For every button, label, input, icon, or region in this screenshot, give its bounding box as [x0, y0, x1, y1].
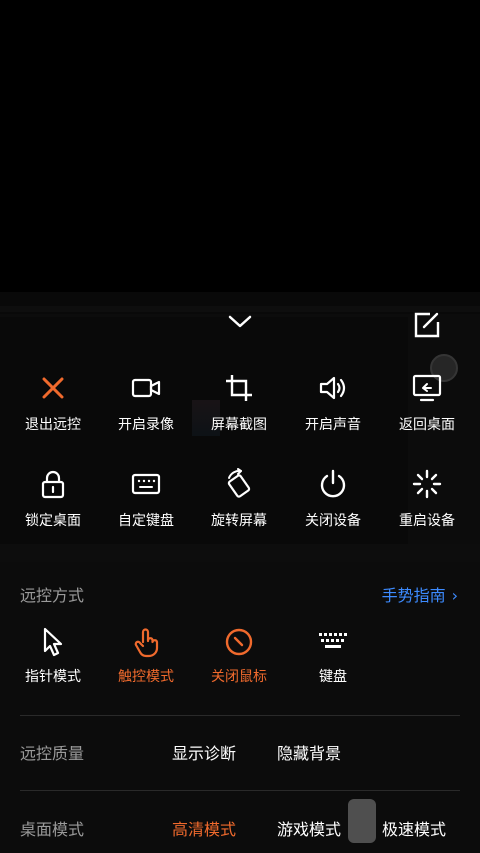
restart-device-label: 重启设备 — [399, 513, 455, 529]
chevron-right-icon: › — [451, 586, 458, 605]
control-overlay: 退出远控 开启录像 屏幕截图 开启声音 返回桌面 锁定桌面 自定键盘 旋转屏幕 … — [0, 292, 480, 562]
lock-desktop-button[interactable]: 锁定桌面 — [6, 468, 100, 548]
pointer-mode-button[interactable]: 指针模式 — [6, 622, 100, 692]
restart-device-button[interactable]: 重启设备 — [380, 468, 474, 548]
gesture-guide-link[interactable]: 手势指南 › — [382, 582, 458, 606]
keyboard-icon — [131, 473, 161, 495]
pointer-mode-label: 指针模式 — [25, 669, 81, 685]
screenshot-button[interactable]: 屏幕截图 — [192, 372, 286, 452]
keyboard-icon — [319, 633, 347, 648]
collapse-panel-button[interactable] — [224, 306, 256, 338]
custom-keyboard-button[interactable]: 自定键盘 — [99, 468, 193, 548]
start-recording-label: 开启录像 — [118, 417, 174, 433]
edit-button[interactable] — [408, 306, 444, 342]
watermark-logo — [348, 799, 376, 843]
lock-desktop-label: 锁定桌面 — [25, 513, 81, 529]
return-desktop-button[interactable]: 返回桌面 — [380, 372, 474, 452]
keyboard-mode-label: 键盘 — [319, 669, 347, 685]
exit-remote-label: 退出远控 — [25, 417, 81, 433]
touch-mode-label: 触控模式 — [118, 669, 174, 685]
tool-row-1: 退出远控 开启录像 屏幕截图 开启声音 返回桌面 — [0, 372, 480, 452]
hd-mode-option[interactable]: 高清模式 — [172, 816, 236, 840]
show-diagnostics-option[interactable]: 显示诊断 — [172, 740, 236, 764]
mouse-off-button[interactable]: 关闭鼠标 — [192, 622, 286, 692]
start-recording-button[interactable]: 开启录像 — [99, 372, 193, 452]
mouse-off-label: 关闭鼠标 — [211, 669, 267, 685]
gesture-guide-label: 手势指南 — [381, 586, 446, 605]
keyboard-mode-button[interactable]: 键盘 — [286, 622, 380, 692]
mouse-off-icon — [225, 628, 253, 656]
sound-on-label: 开启声音 — [305, 417, 361, 433]
close-icon — [42, 377, 64, 399]
touch-mode-button[interactable]: 触控模式 — [99, 622, 193, 692]
screenshot-label: 屏幕截图 — [211, 417, 267, 433]
tool-row-2: 锁定桌面 自定键盘 旋转屏幕 关闭设备 重启设备 — [0, 468, 480, 548]
return-desktop-label: 返回桌面 — [399, 417, 455, 433]
chevron-down-icon — [228, 315, 252, 328]
hide-background-option[interactable]: 隐藏背景 — [277, 740, 341, 764]
custom-keyboard-label: 自定键盘 — [118, 513, 174, 529]
monitor-return-icon — [412, 374, 442, 402]
edit-icon — [414, 312, 440, 338]
divider-2 — [20, 790, 460, 791]
game-mode-option[interactable]: 游戏模式 — [277, 816, 341, 840]
power-icon — [320, 469, 346, 498]
settings-panel: 远控方式 手势指南 › 指针模式 触控模式 关闭鼠标 键盘 远控质量 显示诊断 … — [0, 562, 480, 853]
shutdown-device-button[interactable]: 关闭设备 — [286, 468, 380, 548]
quality-title: 远控质量 — [20, 744, 85, 763]
touch-hand-icon — [134, 628, 159, 658]
shutdown-device-label: 关闭设备 — [305, 513, 361, 529]
loading-spinner-icon — [412, 469, 442, 499]
remote-mode-title: 远控方式 — [20, 586, 85, 605]
remote-screen-blank-area — [0, 0, 480, 292]
desktop-mode-title: 桌面模式 — [20, 820, 85, 839]
rotate-screen-label: 旋转屏幕 — [211, 513, 267, 529]
pointer-cursor-icon — [43, 627, 63, 657]
video-camera-icon — [131, 378, 161, 398]
lock-icon — [41, 470, 65, 499]
rotate-screen-button[interactable]: 旋转屏幕 — [192, 468, 286, 548]
exit-remote-button[interactable]: 退出远控 — [6, 372, 100, 452]
crop-icon — [226, 375, 252, 401]
watermark — [348, 799, 478, 851]
divider-1 — [20, 715, 460, 716]
speaker-icon — [319, 376, 346, 400]
rotate-screen-icon — [227, 468, 251, 498]
sound-on-button[interactable]: 开启声音 — [286, 372, 380, 452]
